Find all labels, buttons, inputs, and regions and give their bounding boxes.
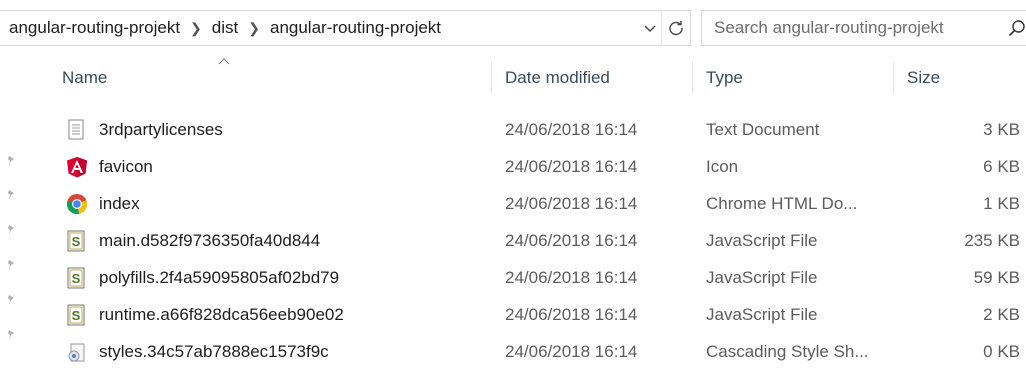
css-file-icon: [66, 341, 88, 363]
chrome-icon: [66, 193, 88, 215]
file-name[interactable]: main.d582f9736350fa40d844: [99, 231, 320, 251]
svg-text:S: S: [72, 308, 81, 323]
file-row[interactable]: S polyfills.2f4a59095805af02bd79 24/06/2…: [0, 260, 1026, 296]
file-type: Icon: [706, 157, 739, 176]
script-file-icon: S: [66, 304, 88, 326]
address-bar[interactable]: angular-routing-projekt ❯ dist ❯ angular…: [0, 10, 691, 46]
column-header: Name Date modified Type Size: [0, 58, 1026, 100]
file-name[interactable]: polyfills.2f4a59095805af02bd79: [99, 268, 339, 288]
file-row[interactable]: favicon 24/06/2018 16:14 Icon 6 KB: [0, 149, 1026, 185]
sort-ascending-icon: [218, 54, 230, 68]
file-name[interactable]: styles.34c57ab7888ec1573f9c: [99, 342, 329, 362]
file-date: 24/06/2018 16:14: [505, 120, 638, 139]
file-type: JavaScript File: [706, 305, 818, 324]
file-date: 24/06/2018 16:14: [505, 305, 638, 324]
file-row[interactable]: S runtime.a66f828dca56eeb90e02 24/06/201…: [0, 295, 1026, 333]
breadcrumb: angular-routing-projekt ❯ dist ❯ angular…: [0, 18, 447, 38]
file-type: JavaScript File: [706, 231, 818, 250]
refresh-icon: [669, 21, 683, 36]
file-type: Cascading Style Sh...: [706, 342, 869, 361]
breadcrumb-item[interactable]: angular-routing-projekt: [264, 18, 447, 38]
refresh-button[interactable]: [661, 11, 690, 45]
file-name[interactable]: favicon: [99, 157, 153, 177]
breadcrumb-item[interactable]: angular-routing-projekt: [3, 18, 186, 38]
chevron-down-icon[interactable]: [639, 20, 661, 36]
file-date: 24/06/2018 16:14: [505, 342, 638, 361]
file-row[interactable]: styles.34c57ab7888ec1573f9c 24/06/2018 1…: [0, 330, 1026, 370]
file-size: 235 KB: [964, 231, 1020, 250]
file-size: 6 KB: [983, 157, 1020, 176]
column-divider[interactable]: [692, 62, 693, 94]
column-type[interactable]: Type: [706, 68, 743, 88]
file-name[interactable]: runtime.a66f828dca56eeb90e02: [99, 305, 344, 325]
file-size: 1 KB: [983, 194, 1020, 213]
file-row[interactable]: S main.d582f9736350fa40d844 24/06/2018 1…: [0, 223, 1026, 259]
file-date: 24/06/2018 16:14: [505, 268, 638, 287]
file-type: Text Document: [706, 120, 820, 139]
column-date-modified[interactable]: Date modified: [505, 68, 610, 88]
file-size: 2 KB: [983, 305, 1020, 324]
file-size: 59 KB: [973, 268, 1020, 287]
column-size[interactable]: Size: [907, 68, 940, 88]
pin-icon: [6, 291, 16, 305]
column-divider[interactable]: [893, 62, 894, 94]
svg-text:S: S: [72, 234, 81, 249]
pin-icon: [6, 186, 16, 200]
file-date: 24/06/2018 16:14: [505, 157, 638, 176]
file-name[interactable]: 3rdpartylicenses: [99, 120, 223, 140]
file-size: 3 KB: [983, 120, 1020, 139]
file-row[interactable]: 3rdpartylicenses 24/06/2018 16:14 Text D…: [0, 112, 1026, 148]
pin-icon: [6, 221, 16, 235]
search-input[interactable]: [702, 17, 1006, 39]
breadcrumb-separator-icon[interactable]: ❯: [244, 20, 264, 37]
svg-text:S: S: [72, 271, 81, 286]
angular-icon: [66, 156, 88, 178]
file-type: Chrome HTML Do...: [706, 194, 858, 213]
file-date: 24/06/2018 16:14: [505, 194, 638, 213]
pin-icon: [6, 152, 16, 166]
text-document-icon: [66, 119, 88, 141]
script-file-icon: S: [66, 230, 88, 252]
search-box[interactable]: [701, 10, 1026, 46]
file-row[interactable]: index 24/06/2018 16:14 Chrome HTML Do...…: [0, 186, 1026, 222]
column-divider[interactable]: [491, 62, 492, 94]
pin-icon: [6, 326, 16, 340]
search-icon[interactable]: [1008, 19, 1026, 42]
file-type: JavaScript File: [706, 268, 818, 287]
script-file-icon: S: [66, 267, 88, 289]
breadcrumb-separator-icon[interactable]: ❯: [186, 20, 206, 37]
column-name[interactable]: Name: [62, 68, 107, 88]
pin-icon: [6, 256, 16, 270]
breadcrumb-item[interactable]: dist: [206, 18, 244, 38]
file-size: 0 KB: [983, 342, 1020, 361]
file-name[interactable]: index: [99, 194, 140, 214]
file-date: 24/06/2018 16:14: [505, 231, 638, 250]
